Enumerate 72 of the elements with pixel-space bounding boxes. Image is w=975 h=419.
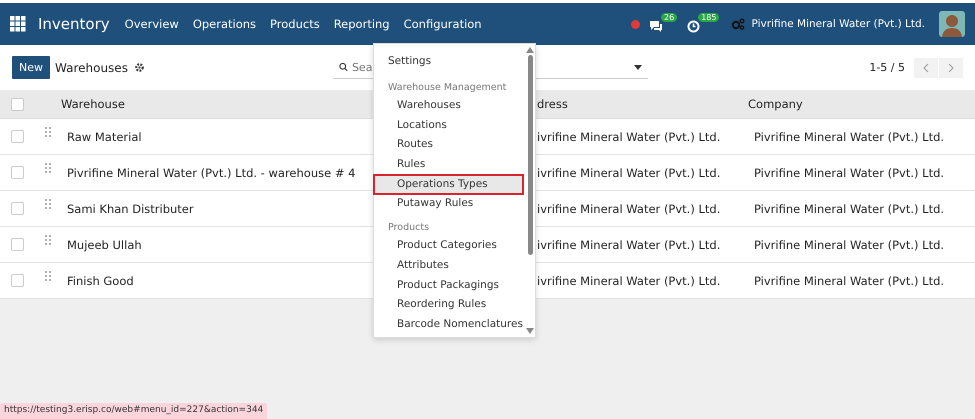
table-cell: ivrifine Mineral Water (Pvt.) Ltd. xyxy=(537,130,720,144)
table-cell: Mujeeb Ullah xyxy=(67,238,142,252)
menu-item[interactable]: Warehouses xyxy=(374,96,523,116)
row-checkbox[interactable] xyxy=(11,274,24,287)
activities-count: 185 xyxy=(698,12,720,22)
nav-menu-item[interactable]: Operations xyxy=(192,13,258,35)
table-cell: Pivrifine Mineral Water (Pvt.) Ltd. xyxy=(754,274,944,288)
table-cell: Pivrifine Mineral Water (Pvt.) Ltd. xyxy=(754,166,944,180)
nav-menu-item[interactable]: Reporting xyxy=(332,13,391,35)
menu-item[interactable]: Locations xyxy=(374,116,523,136)
gears-icon[interactable] xyxy=(731,18,746,30)
column-header[interactable]: Warehouse xyxy=(61,97,125,111)
menu-item[interactable]: Barcode Nomenclatures xyxy=(374,314,523,335)
nav-menu-item[interactable]: Configuration xyxy=(402,13,483,35)
table-cell: Raw Material xyxy=(67,130,142,144)
menu-item[interactable]: Reordering Rules xyxy=(374,295,523,315)
table-cell: Pivrifine Mineral Water (Pvt.) Ltd. xyxy=(754,238,944,252)
next-button[interactable] xyxy=(939,58,963,78)
menu-item[interactable]: Attributes xyxy=(374,256,523,276)
menu-section-header: Warehouse Management xyxy=(387,81,508,95)
table-cell: Pivrifine Mineral Water (Pvt.) Ltd. - warehouse # 4 xyxy=(67,166,356,180)
menu-item[interactable]: Rules xyxy=(374,155,523,175)
menu-item[interactable]: Operations Types xyxy=(374,174,523,194)
menu-item[interactable]: Putaway Rules xyxy=(374,194,523,214)
table-cell: Pivrifine Mineral Water (Pvt.) Ltd. xyxy=(754,202,944,216)
previous-button[interactable] xyxy=(914,58,938,78)
scroll-up-icon[interactable] xyxy=(526,47,534,53)
clock-icon[interactable] xyxy=(687,20,700,32)
chevron-left-icon xyxy=(923,62,929,72)
breadcrumb: Warehouses xyxy=(55,60,128,74)
select-all-checkbox[interactable] xyxy=(11,98,24,110)
nav-menu-item[interactable]: Products xyxy=(269,13,321,35)
row-checkbox[interactable] xyxy=(11,130,24,143)
company-switcher[interactable]: Pivrifine Mineral Water (Pvt.) Ltd. xyxy=(751,18,925,30)
scroll-down-icon[interactable] xyxy=(526,328,534,334)
table-cell: Sami Khan Distributer xyxy=(67,202,194,216)
pager-value: 1-5 / 5 xyxy=(869,61,905,74)
column-header[interactable]: dress xyxy=(537,97,568,111)
messages-count: 26 xyxy=(661,13,678,22)
column-header[interactable]: Company xyxy=(748,97,803,111)
row-checkbox[interactable] xyxy=(11,238,24,251)
drag-handle-icon[interactable] xyxy=(44,127,50,137)
chat-icon[interactable] xyxy=(649,20,664,32)
table-cell: ivrifine Mineral Water (Pvt.) Ltd. xyxy=(537,202,720,216)
search-icon xyxy=(338,61,348,73)
drag-handle-icon[interactable] xyxy=(44,235,50,245)
status-dot-icon[interactable] xyxy=(631,20,640,28)
drag-handle-icon[interactable] xyxy=(44,163,50,173)
app-name[interactable]: Inventory xyxy=(38,15,110,33)
new-button[interactable]: New xyxy=(12,56,50,79)
chevron-right-icon xyxy=(948,62,954,72)
row-checkbox[interactable] xyxy=(11,202,24,215)
status-url: https://testing3.erisp.co/web#menu_id=227&action=344 xyxy=(0,403,268,419)
table-cell: Pivrifine Mineral Water (Pvt.) Ltd. xyxy=(754,130,944,144)
settings-icon[interactable] xyxy=(134,62,145,73)
avatar[interactable] xyxy=(939,11,965,37)
apps-grid-icon[interactable] xyxy=(10,16,26,32)
menu-item[interactable]: Settings xyxy=(374,52,523,74)
menu-item[interactable]: Routes xyxy=(374,135,523,156)
table-cell: Finish Good xyxy=(67,274,134,288)
caret-icon xyxy=(634,64,642,70)
row-checkbox[interactable] xyxy=(11,166,24,179)
menu-section-header: Products xyxy=(387,221,430,236)
table-cell: ivrifine Mineral Water (Pvt.) Ltd. xyxy=(537,238,720,252)
search-field[interactable]: Sea xyxy=(352,60,376,74)
nav-menu-item[interactable]: Overview xyxy=(124,13,180,35)
table-cell: ivrifine Mineral Water (Pvt.) Ltd. xyxy=(537,166,720,180)
table-cell: ivrifine Mineral Water (Pvt.) Ltd. xyxy=(537,274,720,288)
menu-item[interactable]: Product Categories xyxy=(374,236,523,256)
drag-handle-icon[interactable] xyxy=(44,199,50,209)
menu-item[interactable]: Product Packagings xyxy=(374,276,523,296)
drag-handle-icon[interactable] xyxy=(44,271,50,281)
